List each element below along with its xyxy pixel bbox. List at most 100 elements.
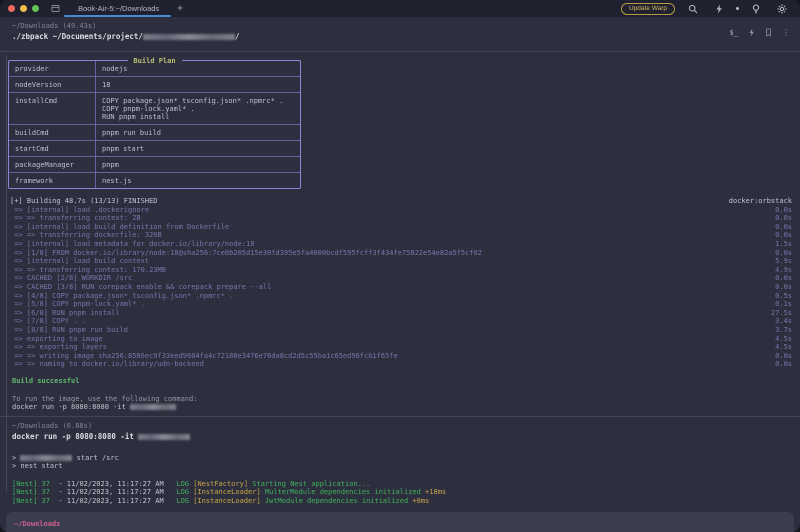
terminal-line [12, 369, 792, 378]
terminal-line: Build successful [12, 377, 792, 386]
block2-duration: (6.88s) [63, 422, 93, 430]
current-prompt-block[interactable]: ~/Downloads [6, 512, 794, 532]
tips-bulb-icon[interactable] [752, 4, 760, 14]
plan-key: nodeVersion [9, 77, 95, 92]
terminal-line: => [internal] load .dockerignore0.0s [10, 206, 792, 215]
text-segment: LOG [164, 488, 194, 496]
terminal-line: => => writing image sha256:8586ec9f33eed… [10, 352, 792, 361]
log-duration: 0.0s [775, 214, 792, 223]
terminal-content: ~/Downloads (49.43s) ./zbpack ~/Document… [0, 17, 800, 532]
build-plan-row: frameworknest.js [9, 173, 300, 188]
text-segment: > [12, 454, 20, 462]
log-duration: 3.7s [775, 326, 792, 335]
text-segment: JwtModule dependencies initialized [265, 497, 408, 505]
terminal-line: => [7/8] COPY . . 3.4s [10, 317, 792, 326]
close-window-button[interactable] [8, 5, 15, 12]
build-plan-title: Build Plan [127, 57, 181, 66]
log-duration: docker:orbstack [729, 197, 792, 206]
plan-value: 18 [95, 77, 300, 92]
terminal-line: [+] Building 48.7s (13/13) FINISHED docke… [10, 197, 792, 206]
settings-gear-icon[interactable] [777, 4, 787, 14]
terminal-line: => => exporting layers4.5s [10, 343, 792, 352]
terminal-line: => [6/8] RUN pnpm install 27.5s [10, 309, 792, 318]
block-ai-lightning-icon[interactable] [748, 28, 755, 37]
terminal-line: [Nest] 37 - 11/02/2023, 11:17:27 AM LOG … [12, 488, 792, 497]
zoom-window-button[interactable] [32, 5, 39, 12]
log-text: => [internal] load build definition from… [10, 223, 229, 232]
log-duration: 4.5s [775, 335, 792, 344]
text-segment: [InstanceLoader] [193, 497, 265, 505]
log-text: => [internal] load .dockerignore [10, 206, 149, 215]
terminal-line: => => naming to docker.io/library/udn-ba… [10, 360, 792, 369]
prompt-path: ~/Downloads [14, 520, 60, 528]
post-build-output: Build successfulTo run the image, use th… [12, 369, 792, 412]
terminal-line: docker run -p 8080:8080 -it [12, 403, 792, 412]
log-duration: 27.5s [771, 309, 792, 318]
log-duration: 3.4s [775, 317, 792, 326]
text-segment: - 11/02/2023, 11:17:27 AM [50, 497, 164, 505]
terminal-line [12, 386, 792, 395]
bookmark-icon[interactable] [765, 28, 772, 37]
block-separator [0, 51, 800, 52]
block2-command[interactable]: docker run -p 8080:8080 -it [12, 431, 800, 442]
tabbar-actions: Update Warp [621, 3, 800, 15]
log-text: [+] Building 48.7s (13/13) FINISHED [10, 197, 158, 206]
text-segment: - 11/02/2023, 11:17:27 AM [50, 480, 164, 488]
log-duration: 0.0s [775, 352, 792, 361]
plan-key: provider [9, 61, 95, 76]
log-text: => exporting to image [10, 335, 103, 344]
log-text: => [internal] load build context [10, 257, 149, 266]
plan-key: packageManager [9, 157, 95, 172]
bookmarks-panel-icon[interactable] [51, 4, 60, 13]
log-text: => [5/8] COPY pnpm-lock.yaml* . [10, 300, 145, 309]
minimize-window-button[interactable] [20, 5, 27, 12]
block2-header: ~/Downloads (6.88s) docker run -p 8080:8… [0, 417, 800, 442]
log-duration: 0.0s [775, 274, 792, 283]
tab-title: .Book-Air-5:~/Downloads [76, 4, 159, 13]
command-text: docker run -p 8080:8080 -it [12, 432, 138, 441]
terminal-line: => [internal] load build context5.9s [10, 257, 792, 266]
warp-terminal-window: .Book-Air-5:~/Downloads + Update Warp [0, 0, 800, 532]
text-segment: [NestFactory] [193, 480, 252, 488]
terminal-line: [Nest] 37 - 11/02/2023, 11:17:27 AM LOG … [12, 480, 792, 489]
plan-value: pnpm run build [95, 125, 300, 140]
log-text: => [6/8] RUN pnpm install [10, 309, 120, 318]
search-icon[interactable] [688, 4, 698, 14]
block-menu-dots-icon[interactable]: ⋮ [782, 29, 790, 37]
terminal-tab[interactable]: .Book-Air-5:~/Downloads [64, 0, 171, 17]
terminal-line [12, 471, 792, 480]
block2-path: ~/Downloads [12, 422, 58, 430]
plan-key: installCmd [9, 93, 95, 124]
log-text: => [7/8] COPY . . [10, 317, 86, 326]
log-text: => [1/8] FROM docker.io/library/node:18@… [10, 249, 482, 258]
log-text: => => transferring context: 170.23MB [10, 266, 166, 275]
terminal-line: [Nest] 37 - 11/02/2023, 11:17:27 AM LOG … [12, 497, 792, 506]
redacted-text [20, 455, 72, 461]
ai-lightning-icon[interactable] [715, 4, 723, 14]
block1-header: ~/Downloads (49.43s) ./zbpack ~/Document… [0, 17, 800, 42]
text-segment: > nest start [12, 462, 63, 470]
terminal-line: => [5/8] COPY pnpm-lock.yaml* . 0.1s [10, 300, 792, 309]
terminal-line: => CACHED [3/8] RUN corepack enable && c… [10, 283, 792, 292]
log-duration: 0.1s [775, 300, 792, 309]
redacted-project-name [143, 34, 235, 40]
plan-key: startCmd [9, 141, 95, 156]
text-segment: Starting Nest application... [252, 480, 370, 488]
update-warp-button[interactable]: Update Warp [621, 3, 675, 15]
text-segment: start /src [72, 454, 118, 462]
block1-duration: (49.43s) [63, 22, 97, 30]
terminal-line: => => transferring context: 2B0.0s [10, 214, 792, 223]
terminal-line: => => transferring context: 170.23MB 4.9s [10, 266, 792, 275]
log-duration: 1.5s [775, 240, 792, 249]
text-segment: [Nest] 37 [12, 488, 50, 496]
log-duration: 0.0s [775, 360, 792, 369]
new-tab-button[interactable]: + [177, 4, 183, 14]
window-controls [0, 5, 47, 12]
block1-command[interactable]: ./zbpack ~/Documents/project// [12, 31, 800, 42]
text-segment: LOG [164, 480, 194, 488]
redacted-image-name [138, 434, 190, 440]
log-duration: 4.9s [775, 266, 792, 275]
plan-value: COPY package.json* tsconfig.json* .npmrc… [95, 93, 300, 124]
prompt-dollar-icon[interactable]: $_ [730, 29, 738, 37]
text-segment: [Nest] 37 [12, 480, 50, 488]
